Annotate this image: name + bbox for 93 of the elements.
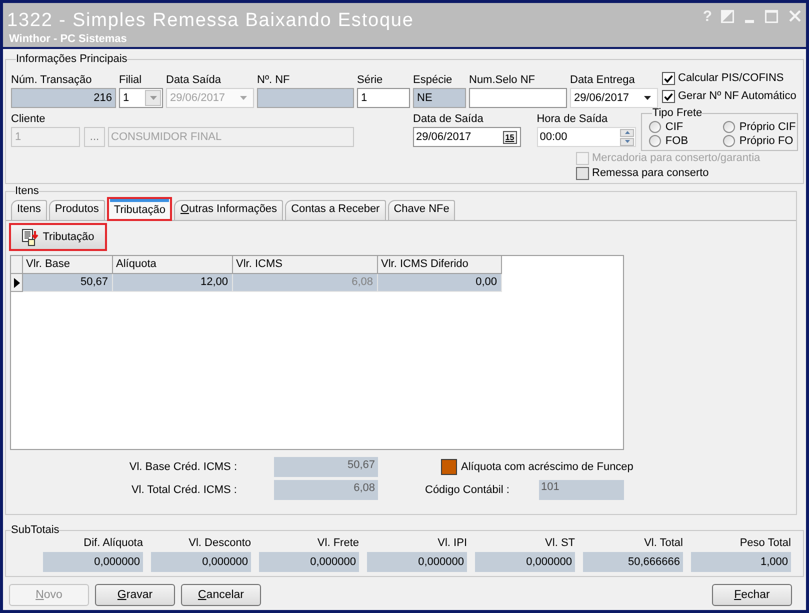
- caret-down-icon[interactable]: [644, 96, 651, 100]
- column-header[interactable]: Alíquota: [113, 256, 233, 274]
- number-field: 1,000: [691, 552, 791, 572]
- tab[interactable]: Chave NFe: [388, 200, 456, 220]
- dropdown[interactable]: 29/06/2017: [570, 88, 658, 108]
- close-icon[interactable]: [789, 10, 801, 22]
- swatch-icon: [441, 459, 457, 475]
- checkbox-label[interactable]: Calcular PIS/COFINS: [678, 72, 784, 85]
- field-label: Num.Selo NF: [469, 73, 536, 87]
- action-button[interactable]: Fechar: [712, 584, 792, 606]
- radio-label[interactable]: CIF: [665, 120, 684, 134]
- caret-down-icon: [624, 140, 630, 143]
- field-label: Data Saída: [166, 73, 222, 87]
- number-field: 0,000000: [367, 552, 467, 572]
- checkmark-icon: [664, 74, 673, 82]
- group-title: Informações Principais: [16, 52, 128, 66]
- checkmark-icon: [664, 92, 673, 100]
- field-label: Vl. IPI: [438, 537, 467, 550]
- readonly-field: NE: [413, 88, 466, 108]
- dropdown[interactable]: 1: [119, 88, 163, 108]
- field-label: Núm. Transação: [11, 73, 92, 87]
- field-label: Data de Saída: [413, 112, 484, 126]
- input-field[interactable]: [469, 88, 567, 108]
- row-pointer-icon: [14, 278, 20, 288]
- field-label: Vl. ST: [545, 537, 575, 550]
- readonly-field: 101: [539, 480, 624, 500]
- half-square-icon[interactable]: [721, 10, 734, 23]
- column-header[interactable]: Vlr. ICMS Diferido: [378, 256, 502, 274]
- radio-label[interactable]: Próprio CIF: [739, 120, 796, 134]
- maximize-icon[interactable]: [765, 10, 778, 23]
- tab[interactable]: Outras Informações: [174, 200, 284, 220]
- caret-up-icon: [624, 131, 630, 134]
- checkbox[interactable]: [662, 72, 675, 85]
- field-label: Série: [357, 73, 383, 87]
- number-field: 50,67: [274, 457, 378, 477]
- field-label: Cliente: [11, 112, 46, 126]
- tab[interactable]: Produtos: [48, 200, 105, 220]
- table-cell: 0,00: [378, 274, 502, 292]
- date-field[interactable]: 29/06/2017 15: [413, 127, 521, 147]
- radio-button[interactable]: [723, 135, 736, 147]
- field-label: Vl. Base Créd. ICMS :: [129, 460, 237, 474]
- field-label: Vl. Total: [644, 537, 683, 550]
- table-cell: 6,08: [233, 274, 378, 292]
- table-cell: 50,67: [23, 274, 113, 292]
- number-field: 6,08: [274, 480, 378, 500]
- field-label: Espécie: [413, 73, 452, 87]
- field-label: Peso Total: [740, 537, 791, 550]
- radio-button[interactable]: [649, 135, 662, 147]
- number-field: 50,666666: [583, 552, 683, 572]
- field-label: Hora de Saída: [536, 112, 608, 126]
- group-title: SubTotais: [11, 523, 60, 537]
- field-label: Filial: [119, 73, 142, 87]
- legend-label: Alíquota com acréscimo de Funcep: [461, 460, 634, 474]
- calendar-button[interactable]: 15: [502, 130, 517, 144]
- checkbox-label[interactable]: Gerar Nº NF Automático: [678, 90, 796, 103]
- group-title: Itens: [15, 184, 39, 198]
- field-label: Vl. Total Créd. ICMS :: [131, 483, 237, 497]
- checkbox[interactable]: [576, 167, 589, 180]
- action-button[interactable]: Gravar: [95, 584, 175, 606]
- radio-label[interactable]: FOB: [665, 134, 688, 148]
- dropdown-button[interactable]: [145, 90, 161, 106]
- number-field: 0,000000: [151, 552, 251, 572]
- tab[interactable]: Contas a Receber: [285, 200, 386, 220]
- action-button[interactable]: Cancelar: [181, 584, 261, 606]
- field-label: Vl. Frete: [317, 537, 359, 550]
- document-arrow-icon: [22, 228, 40, 246]
- number-field: 0,000000: [43, 552, 143, 572]
- window-title: 1322 - Simples Remessa Baixando Estoque: [7, 10, 414, 32]
- spin-down-button[interactable]: [620, 138, 634, 146]
- time-field[interactable]: 00:00: [536, 127, 636, 147]
- checkbox-label[interactable]: Remessa para conserto: [592, 167, 709, 180]
- number-field: 0,000000: [259, 552, 359, 572]
- column-header[interactable]: Vlr. Base: [23, 256, 113, 274]
- tab[interactable]: Tributação: [106, 197, 172, 221]
- field-label: Data Entrega: [570, 73, 635, 87]
- window-subtitle: Winthor - PC Sistemas: [9, 33, 127, 46]
- field-label: Dif. Alíquota: [84, 537, 143, 550]
- tab[interactable]: Itens: [11, 200, 47, 220]
- number-field: 216: [11, 88, 116, 108]
- field-label: Vl. Desconto: [188, 537, 251, 550]
- tax-button[interactable]: Tributação: [9, 223, 107, 251]
- radio-label[interactable]: Próprio FO: [739, 134, 794, 148]
- field-label: Nº. NF: [257, 73, 290, 87]
- input-field[interactable]: 1: [357, 88, 410, 108]
- radio-button[interactable]: [649, 121, 662, 133]
- number-field: 0,000000: [475, 552, 575, 572]
- group-title: Tipo Frete: [652, 106, 702, 120]
- checkbox[interactable]: [662, 90, 675, 103]
- spin-up-button[interactable]: [620, 128, 634, 136]
- radio-button[interactable]: [723, 121, 736, 133]
- table-cell: 12,00: [113, 274, 233, 292]
- field-label: Código Contábil :: [425, 483, 510, 497]
- row-header[interactable]: [11, 274, 23, 292]
